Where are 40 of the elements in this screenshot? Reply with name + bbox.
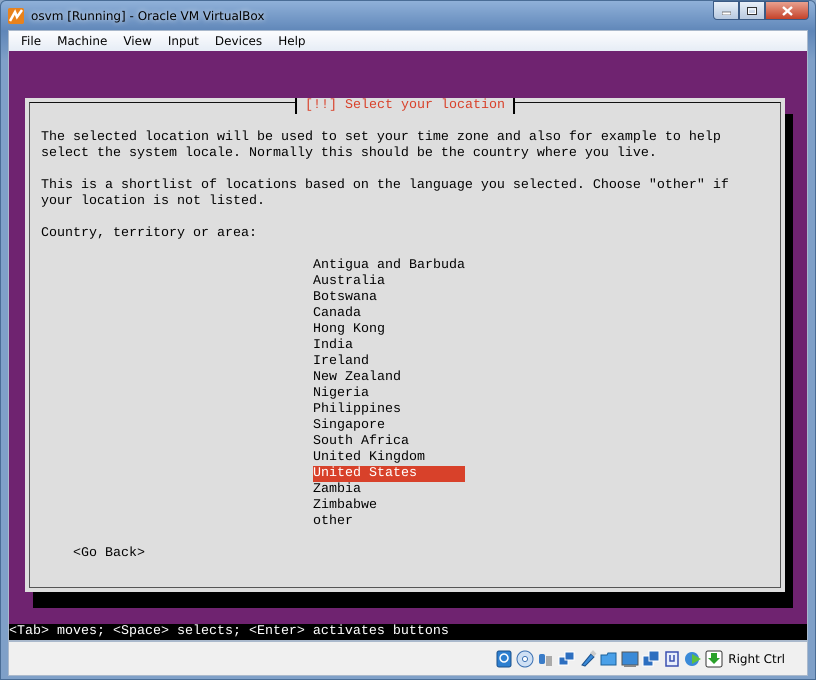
close-icon <box>782 6 792 16</box>
maximize-button[interactable] <box>739 1 765 20</box>
country-option[interactable]: South Africa <box>313 434 465 450</box>
menu-item[interactable]: Devices <box>206 34 270 48</box>
country-option[interactable]: Nigeria <box>313 386 465 402</box>
folder-icon <box>600 650 618 668</box>
prompt-label: Country, territory or area: <box>41 226 258 242</box>
menu-item[interactable]: Help <box>270 34 314 48</box>
country-option[interactable]: Singapore <box>313 418 465 434</box>
window-title: osvm [Running] - Oracle VM VirtualBox <box>31 8 264 22</box>
description-text: This is a shortlist of locations based on the language you selected. Choose "other" if your location is not listed. <box>41 178 730 210</box>
country-option[interactable]: Australia <box>313 274 465 290</box>
country-option[interactable]: Antigua and Barbuda <box>313 258 465 274</box>
optical-disc-icon <box>516 650 534 668</box>
country-option[interactable]: Botswana <box>313 290 465 306</box>
menu-item[interactable]: View <box>115 34 160 48</box>
country-option[interactable]: Hong Kong <box>313 322 465 338</box>
country-option[interactable]: Canada <box>313 306 465 322</box>
dialog-title: [!!] Select your location <box>295 98 515 114</box>
menu-item[interactable]: Input <box>160 34 207 48</box>
country-option[interactable]: Zimbabwe <box>313 498 465 514</box>
close-button[interactable] <box>765 1 809 20</box>
country-option[interactable]: other <box>313 514 465 530</box>
host-key-label: Right Ctrl <box>728 652 785 666</box>
country-option[interactable]: Zambia <box>313 482 465 498</box>
minimize-button[interactable] <box>713 1 739 20</box>
menu-item[interactable]: File <box>13 34 50 48</box>
chip-icon <box>663 650 682 668</box>
country-option[interactable]: Ireland <box>313 354 465 370</box>
country-option[interactable]: United States <box>313 466 465 482</box>
country-option[interactable]: New Zealand <box>313 370 465 386</box>
virtualbox-logo-icon <box>7 6 25 24</box>
description-text: The selected location will be used to set your time zone and also for example to help select the system locale. Normally this should be the country where you live. <box>41 130 722 162</box>
display-icon <box>621 650 640 668</box>
go-back-button[interactable]: <Go Back> <box>73 546 145 562</box>
country-option[interactable]: United Kingdom <box>313 450 465 466</box>
maximize-icon <box>747 6 757 14</box>
menu-item[interactable]: Machine <box>49 34 116 48</box>
country-option[interactable]: Philippines <box>313 402 465 418</box>
country-option[interactable]: India <box>313 338 465 354</box>
